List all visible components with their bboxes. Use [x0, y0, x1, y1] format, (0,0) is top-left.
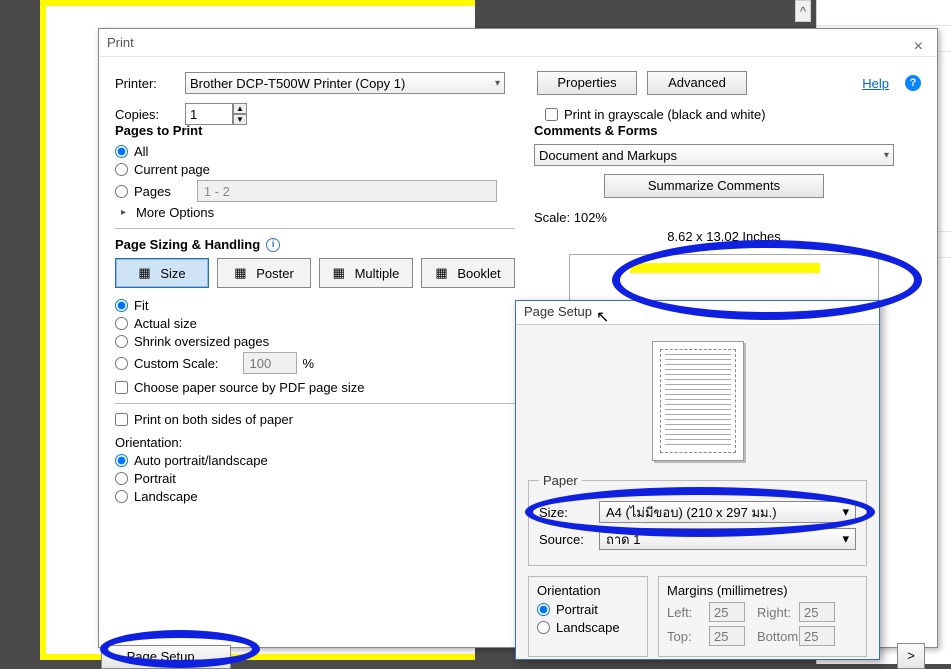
custom-scale-radio[interactable]: Custom Scale: % — [115, 352, 515, 374]
scale-readout: Scale: 102% — [534, 210, 914, 225]
print-dialog-title: Print — [107, 35, 134, 50]
margins-group: Margins (millimetres) Left: Right: Top: … — [658, 576, 867, 657]
pages-to-print-header: Pages to Print — [115, 123, 515, 138]
chevron-down-icon: ▾ — [842, 504, 849, 520]
orientation-group: Orientation Portrait Landscape — [528, 576, 648, 657]
help-link[interactable]: Help — [862, 76, 889, 91]
ps-portrait-radio[interactable]: Portrait — [537, 602, 639, 617]
side-panel-row[interactable] — [817, 0, 951, 26]
orient-auto-radio[interactable]: Auto portrait/landscape — [115, 453, 515, 468]
pages-range-radio[interactable]: Pages — [115, 180, 515, 202]
booklet-icon: ▦ — [435, 265, 451, 281]
page-setup-button[interactable]: Page Setup... — [101, 645, 231, 669]
spin-up-icon[interactable]: ▲ — [233, 103, 247, 114]
poster-icon: ▦ — [234, 265, 250, 281]
both-sides-checkbox[interactable]: Print on both sides of paper — [115, 412, 515, 427]
fit-radio[interactable]: Fit — [115, 298, 515, 313]
page-setup-title: Page Setup — [524, 304, 592, 319]
actual-size-radio[interactable]: Actual size — [115, 316, 515, 331]
next-page-button[interactable]: > — [897, 643, 925, 669]
summarize-comments-button[interactable]: Summarize Comments — [604, 174, 824, 198]
margin-left-label: Left: — [667, 605, 705, 620]
margins-legend: Margins (millimetres) — [667, 583, 858, 598]
margin-top-label: Top: — [667, 629, 705, 644]
custom-scale-input — [243, 352, 297, 374]
orientation-legend: Orientation — [537, 583, 639, 598]
comments-forms-combo[interactable]: Document and Markups▾ — [534, 144, 894, 166]
orient-portrait-radio[interactable]: Portrait — [115, 471, 515, 486]
page-setup-dialog: Page Setup Paper Size: A4 (ไม่มีขอบ) (21… — [515, 300, 880, 660]
page-setup-preview — [652, 341, 744, 461]
help-icon[interactable]: ? — [905, 75, 921, 91]
paper-source-label: Source: — [539, 532, 591, 547]
margin-top-input — [709, 626, 745, 646]
ps-landscape-radio[interactable]: Landscape — [537, 620, 639, 635]
printer-value: Brother DCP-T500W Printer (Copy 1) — [190, 76, 405, 91]
printer-combo[interactable]: Brother DCP-T500W Printer (Copy 1) ▾ — [185, 72, 505, 94]
margin-right-input — [799, 602, 835, 622]
pages-current-radio[interactable]: Current page — [115, 162, 515, 177]
printer-label: Printer: — [115, 76, 175, 91]
pages-all-radio[interactable]: All — [115, 144, 515, 159]
shrink-radio[interactable]: Shrink oversized pages — [115, 334, 515, 349]
sizing-header: Page Sizing & Handlingi — [115, 237, 515, 252]
chevron-down-icon: ▾ — [884, 150, 889, 161]
choose-source-checkbox[interactable]: Choose paper source by PDF page size — [115, 380, 515, 395]
chevron-down-icon: ▾ — [495, 78, 500, 89]
info-icon[interactable]: i — [266, 238, 280, 252]
properties-button[interactable]: Properties — [537, 71, 637, 95]
comments-forms-header: Comments & Forms — [534, 123, 914, 138]
pages-range-input — [197, 180, 497, 202]
scroll-up-button[interactable]: ^ — [795, 0, 811, 22]
paper-fieldset: Paper Size: A4 (ไม่มีขอบ) (210 x 297 มม.… — [528, 473, 867, 566]
multiple-icon: ▦ — [333, 265, 349, 281]
advanced-button[interactable]: Advanced — [647, 71, 747, 95]
print-dialog-titlebar: Print × — [99, 29, 937, 57]
paper-source-combo[interactable]: ถาด 1▾ — [599, 528, 856, 550]
page-setup-titlebar: Page Setup — [516, 301, 879, 325]
paper-legend: Paper — [539, 473, 582, 488]
paper-dimensions: 8.62 x 13.02 Inches — [534, 229, 914, 244]
margin-left-input — [709, 602, 745, 622]
size-icon: ▦ — [138, 265, 154, 281]
poster-mode-button[interactable]: ▦Poster — [217, 258, 311, 288]
preview-page-strip — [630, 263, 820, 273]
orient-landscape-radio[interactable]: Landscape — [115, 489, 515, 504]
size-mode-button[interactable]: ▦Size — [115, 258, 209, 288]
chevron-down-icon: ▾ — [842, 531, 849, 547]
multiple-mode-button[interactable]: ▦Multiple — [319, 258, 413, 288]
paper-size-combo[interactable]: A4 (ไม่มีขอบ) (210 x 297 มม.)▾ — [599, 501, 856, 523]
booklet-mode-button[interactable]: ▦Booklet — [421, 258, 515, 288]
paper-size-label: Size: — [539, 505, 591, 520]
orientation-label: Orientation: — [115, 435, 515, 450]
more-options-toggle[interactable]: ▸More Options — [121, 205, 515, 220]
margin-bottom-label: Bottom: — [757, 629, 795, 644]
margin-right-label: Right: — [757, 605, 795, 620]
margin-bottom-input — [799, 626, 835, 646]
